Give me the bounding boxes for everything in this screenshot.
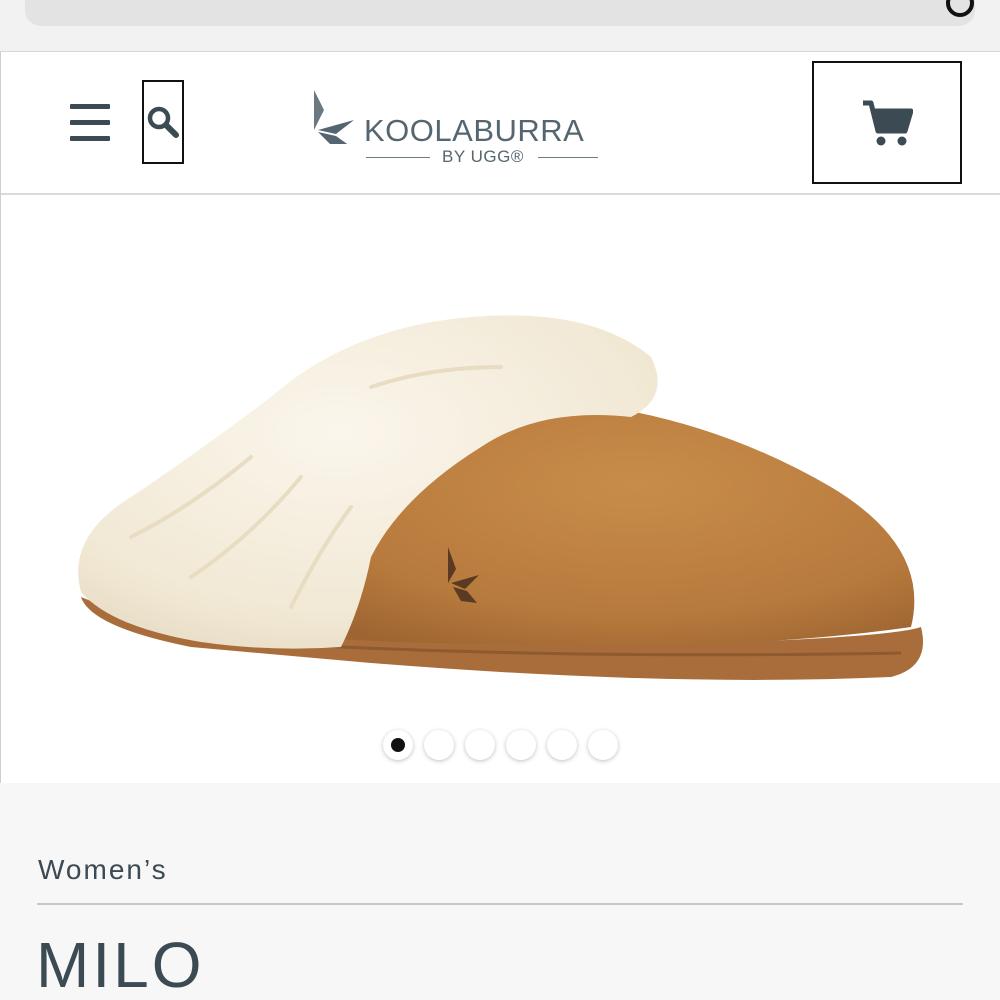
- carousel-dot-5[interactable]: [547, 730, 577, 760]
- hamburger-menu-icon: [70, 104, 110, 141]
- carousel-dot-6[interactable]: [588, 730, 618, 760]
- search-icon: [147, 106, 179, 138]
- koolaburra-leaf-logo-icon: [314, 90, 354, 144]
- product-image[interactable]: [71, 307, 941, 707]
- product-info: Women’s MILO: [0, 783, 1000, 1000]
- brand-sub: BY UGG®: [442, 147, 524, 166]
- carousel-dot-3[interactable]: [465, 730, 495, 760]
- address-bar[interactable]: [25, 0, 975, 26]
- cart-button[interactable]: [812, 61, 962, 184]
- carousel-dot-2[interactable]: [424, 730, 454, 760]
- product-page: KOOLABURRA BY UGG® Women’s MILO: [0, 0, 1000, 1000]
- carousel-dot-1[interactable]: [383, 730, 413, 760]
- carousel-dots: [383, 730, 623, 760]
- reload-icon[interactable]: [943, 0, 977, 20]
- search-button[interactable]: [142, 80, 184, 164]
- product-category: Women’s: [38, 854, 168, 885]
- brand-logo[interactable]: KOOLABURRA BY UGG®: [310, 88, 610, 172]
- menu-button[interactable]: [68, 102, 114, 144]
- carousel-dot-4[interactable]: [506, 730, 536, 760]
- shopping-cart-icon: [863, 100, 913, 145]
- browser-address-strip: [0, 0, 1000, 52]
- info-divider: [37, 903, 963, 905]
- product-hero: [1, 197, 1000, 783]
- product-name: MILO: [36, 929, 205, 1000]
- logo-rule-right: [538, 157, 598, 158]
- logo-rule-left: [366, 157, 430, 158]
- brand-name: KOOLABURRA: [364, 113, 585, 148]
